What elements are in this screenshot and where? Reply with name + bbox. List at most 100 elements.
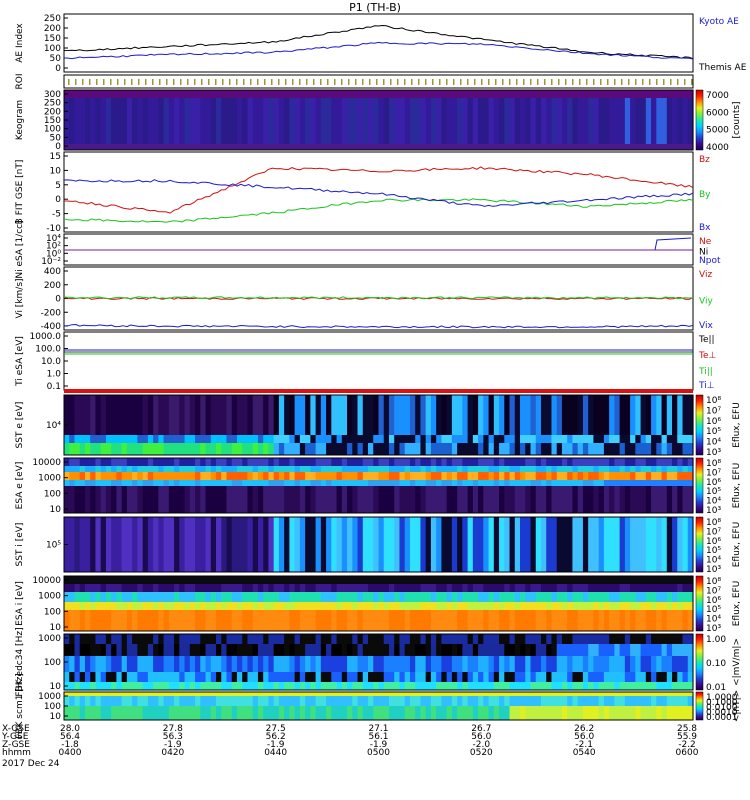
spectrogram-cell (509, 458, 516, 466)
colorbar-tick-label: 1.00 (706, 635, 726, 645)
spectrogram-cell (268, 644, 275, 656)
spectrogram-cell (478, 458, 484, 466)
spectrogram-cell (556, 472, 563, 480)
spectrogram-cell (394, 480, 401, 486)
spectrogram-cell (158, 696, 165, 706)
spectrogram-cell (368, 656, 374, 672)
spectrogram-cell (394, 696, 401, 706)
spectrogram-cell (640, 98, 647, 144)
spectrogram-cell (572, 480, 579, 486)
spectrogram-cell (672, 472, 678, 480)
spectrogram-cell (451, 98, 458, 144)
y-tick-label: 100 (44, 607, 61, 617)
spectrogram-cell (682, 443, 689, 455)
spectrogram-cell (189, 696, 196, 706)
spectrogram-cell (357, 576, 364, 584)
spectrogram-cell (257, 602, 264, 610)
spectrogram-cell (488, 480, 495, 486)
spectrogram-cell (499, 584, 505, 592)
spectrogram-cell (635, 395, 642, 435)
spectrogram-cell (619, 672, 626, 682)
spectrogram-cell (121, 480, 128, 486)
spectrogram-cell (672, 644, 678, 656)
spectrogram-cell (200, 472, 207, 480)
spectrogram-cell (677, 610, 684, 631)
spectrogram-cell (247, 656, 254, 672)
spectrogram-cell (132, 584, 138, 592)
spectrogram-cell (504, 706, 511, 720)
line-series-group (63, 296, 694, 329)
spectrogram-cell (163, 610, 170, 631)
spectrogram-cell (630, 443, 636, 455)
spectrogram-cell (74, 517, 81, 572)
spectrogram-cell (388, 486, 395, 513)
spectrogram-cell (645, 696, 652, 706)
spectrogram-cell (79, 682, 86, 690)
spectrogram-cell (488, 435, 495, 443)
spectrogram-cell (499, 672, 505, 682)
spectrogram-cell (278, 634, 285, 644)
spectrogram-cell (100, 634, 107, 644)
spectrogram-cell (383, 576, 390, 584)
spectrogram-cell (347, 706, 353, 720)
spectrogram-cell (105, 692, 112, 696)
spectrogram-cell (79, 395, 86, 435)
spectrogram-cell (189, 576, 196, 584)
spectrogram-cell (163, 480, 170, 486)
spectrogram-cell (132, 634, 138, 644)
spectrogram-cell (520, 576, 526, 584)
spectrogram-cell (661, 472, 668, 480)
spectrogram-cell (493, 443, 500, 455)
spectrogram-cell (577, 610, 584, 631)
spectrogram-cell (357, 634, 364, 644)
spectrogram-cell (441, 672, 448, 682)
spectrogram-cell (84, 90, 91, 98)
spectrogram-cell (404, 517, 411, 572)
spectrogram-cell (388, 443, 395, 455)
spectrogram-cell (226, 682, 233, 690)
spectrogram-cell (535, 458, 542, 466)
spectrogram-cell (147, 435, 154, 443)
spectrogram-cell (163, 634, 170, 644)
spectrogram-cell (69, 682, 76, 690)
spectrogram-cell (651, 480, 657, 486)
spectrogram-cell (184, 644, 191, 656)
spectrogram-cell (451, 472, 458, 480)
spectrogram-cell (299, 486, 306, 513)
spectrogram-cell (357, 480, 364, 486)
spectrogram-cell (299, 682, 306, 690)
spectrogram-cell (116, 458, 123, 466)
spectrogram-cell (352, 90, 359, 98)
spectrogram-cell (462, 610, 469, 631)
spectrogram-cell (121, 672, 128, 682)
legend-entry: Ti|| (698, 367, 713, 377)
spectrogram-cell (299, 656, 306, 672)
spectrogram-cell (242, 395, 249, 435)
colorbar-tick-label: 10³ (706, 565, 721, 575)
spectrogram-cell (216, 576, 222, 584)
spectrogram-cell (378, 486, 385, 513)
spectrogram-cell (577, 90, 584, 98)
spectrogram-cell (656, 458, 663, 466)
spectrogram-cell (179, 435, 186, 443)
spectrogram-cell (168, 692, 175, 696)
spectrogram-cell (74, 592, 81, 602)
panel-esai: 10000100010010ESA i [eV] 10⁸10⁷10⁶10⁵10⁴1… (15, 575, 742, 634)
y-axis-label: Keogram (15, 100, 25, 140)
spectrogram-cell (137, 602, 144, 610)
spectrogram-cell (567, 672, 574, 682)
y-tick-label: -10 (46, 224, 61, 234)
spectrogram-cell (79, 692, 86, 696)
spectrogram-cell (399, 696, 406, 706)
spectrogram-cell (357, 602, 364, 610)
spectrogram-cell (624, 610, 631, 631)
spectrogram-cell (252, 395, 259, 435)
spectrogram-cell (95, 435, 102, 443)
spectrogram-cell (216, 458, 222, 466)
spectrogram-cell (347, 672, 353, 682)
spectrogram-cell (174, 90, 180, 98)
spectrogram-cell (378, 98, 385, 144)
spectrogram-cell (100, 610, 107, 631)
spectrogram-cell (210, 576, 217, 584)
spectrogram-cell (195, 90, 201, 98)
